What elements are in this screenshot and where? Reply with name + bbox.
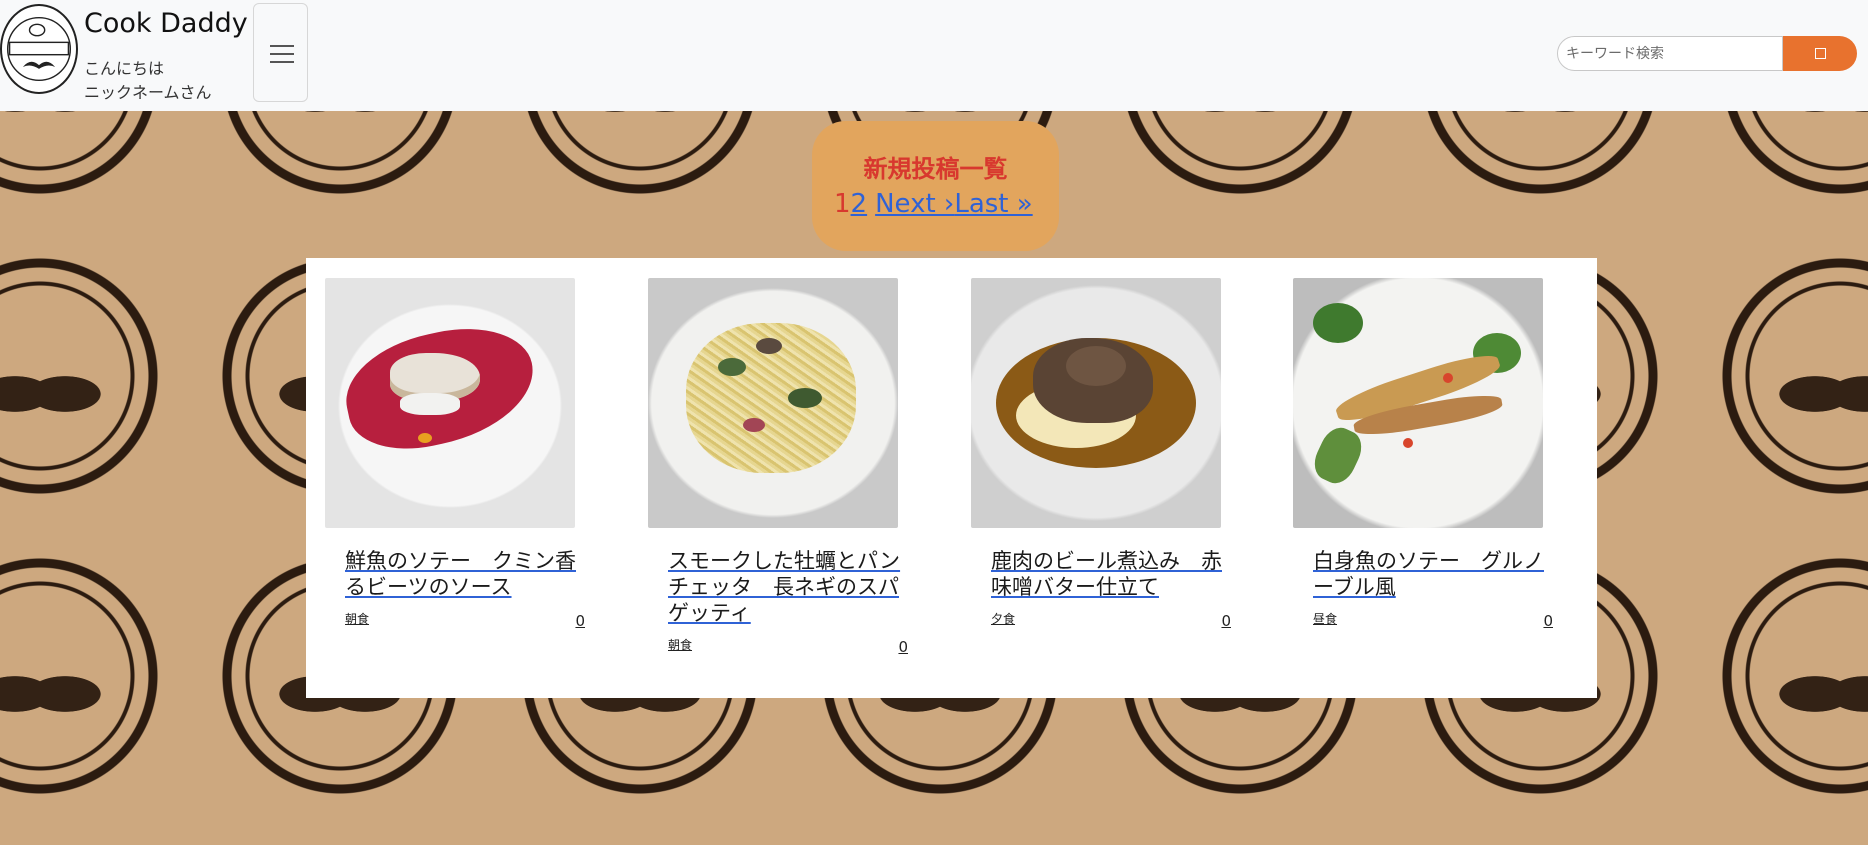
recipe-photo[interactable] <box>971 278 1221 528</box>
greeting-line1: こんにちは <box>84 59 165 78</box>
recipe-photo[interactable] <box>1293 278 1543 528</box>
recipe-card: 白身魚のソテー グルノーブル風 昼食 0 <box>1293 278 1553 630</box>
greeting-line2: ニックネームさん <box>84 83 212 102</box>
recipe-category-tag[interactable]: 夕食 <box>991 610 1015 627</box>
recipe-like-count[interactable]: 0 <box>1543 612 1553 630</box>
new-posts-badge: 新規投稿一覧 12 Next ›Last » <box>812 121 1059 251</box>
search-icon <box>1815 48 1826 59</box>
recipe-photo[interactable] <box>648 278 898 528</box>
search-input[interactable] <box>1557 36 1783 71</box>
pagination-current-page: 1 <box>834 189 851 219</box>
recipe-card: スモークした牡蠣とパンチェッタ 長ネギのスパゲッティ 朝食 0 <box>648 278 908 656</box>
pagination: 12 Next ›Last » <box>834 189 1033 219</box>
recipe-category-tag[interactable]: 朝食 <box>668 636 692 653</box>
recipe-title-link[interactable]: スモークした牡蠣とパンチェッタ 長ネギのスパゲッティ <box>668 548 908 626</box>
page-title: 新規投稿一覧 <box>863 155 1008 183</box>
pagination-page-2[interactable]: 2 <box>851 189 868 219</box>
cook-daddy-logo[interactable] <box>0 4 78 94</box>
recipe-like-count[interactable]: 0 <box>575 612 585 630</box>
recipe-photo[interactable] <box>325 278 575 528</box>
pagination-next[interactable]: Next › <box>875 189 954 219</box>
recipe-category-tag[interactable]: 朝食 <box>345 610 369 627</box>
recipe-list: 鮮魚のソテー クミン香るビーツのソース 朝食 0 スモークした牡蠣とパンチェッタ… <box>306 258 1597 698</box>
recipe-card: 鮮魚のソテー クミン香るビーツのソース 朝食 0 <box>325 278 585 630</box>
recipe-title-link[interactable]: 白身魚のソテー グルノーブル風 <box>1313 548 1553 600</box>
search-button[interactable] <box>1783 36 1857 71</box>
recipe-category-tag[interactable]: 昼食 <box>1313 610 1337 627</box>
search-form <box>1557 36 1857 71</box>
recipe-title-link[interactable]: 鮮魚のソテー クミン香るビーツのソース <box>345 548 585 600</box>
recipe-like-count[interactable]: 0 <box>1221 612 1231 630</box>
recipe-like-count[interactable]: 0 <box>898 638 908 656</box>
navbar: Cook Daddy こんにちは ニックネームさん <box>0 0 1868 111</box>
recipe-title-link[interactable]: 鹿肉のビール煮込み 赤味噌バター仕立て <box>991 548 1231 600</box>
pagination-last[interactable]: Last » <box>954 189 1032 219</box>
brand-name[interactable]: Cook Daddy <box>84 8 248 39</box>
logo-emblem-icon <box>6 16 72 82</box>
recipe-card: 鹿肉のビール煮込み 赤味噌バター仕立て 夕食 0 <box>971 278 1231 630</box>
menu-toggle-button[interactable] <box>253 3 308 102</box>
